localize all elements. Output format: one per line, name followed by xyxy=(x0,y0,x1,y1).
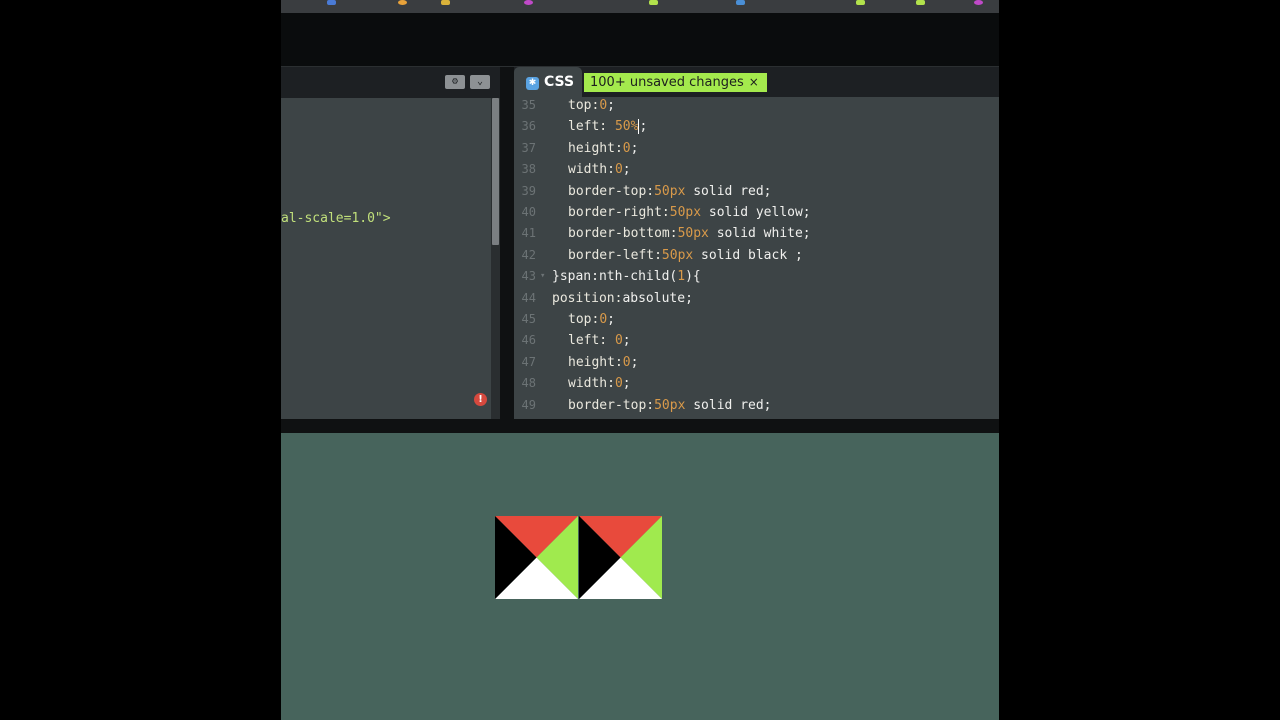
code-line[interactable]: 48 width:0; xyxy=(514,373,999,394)
line-number: 43 xyxy=(521,269,536,284)
code-line[interactable]: 40 border-right:50px solid yellow; xyxy=(514,202,999,223)
line-number: 47 xyxy=(521,354,536,369)
code-line[interactable]: 49 border-top:50px solid red; xyxy=(514,395,999,416)
code-text: }span:nth-child(1){ xyxy=(552,269,701,285)
html-code-line[interactable]: al-scale=1.0"> xyxy=(281,211,391,226)
bookmark-icon[interactable] xyxy=(736,0,745,5)
line-number: 36 xyxy=(521,119,536,134)
code-text: border-top:50px solid red; xyxy=(568,183,772,199)
triangle-shape xyxy=(495,516,578,599)
border-triangles-svg xyxy=(579,516,662,599)
chevron-down-icon[interactable]: ⌄ xyxy=(470,75,490,89)
bookmark-icon[interactable] xyxy=(856,0,865,5)
code-text: left: 50%; xyxy=(568,119,648,135)
css-tab-label: CSS xyxy=(544,74,575,90)
code-text: position:absolute; xyxy=(552,290,693,306)
bookmark-icon[interactable] xyxy=(327,0,336,5)
line-number: 35 xyxy=(521,98,536,112)
bookmark-icon[interactable] xyxy=(974,0,983,5)
code-line[interactable]: 42 border-left:50px solid black ; xyxy=(514,245,999,266)
fold-icon[interactable]: ▾ xyxy=(540,266,545,287)
browser-bookmark-bar xyxy=(281,0,999,13)
line-number: 45 xyxy=(521,312,536,326)
code-text: width:0; xyxy=(568,376,631,392)
line-number: 49 xyxy=(521,397,536,412)
code-line[interactable]: 43 ▾ }span:nth-child(1){ xyxy=(514,266,999,287)
code-text: left: 0; xyxy=(568,333,631,349)
line-number: 48 xyxy=(521,376,536,391)
triangle-shape xyxy=(579,516,662,599)
line-number: 46 xyxy=(521,333,536,348)
code-text: border-bottom:50px solid white; xyxy=(568,226,811,242)
line-number: 39 xyxy=(521,183,536,198)
code-line[interactable]: 41 border-bottom:50px solid white; xyxy=(514,223,999,244)
css-file-icon: ✱ xyxy=(526,77,539,90)
code-text: border-left:50px solid black ; xyxy=(568,247,803,263)
bookmark-icon[interactable] xyxy=(916,0,925,5)
code-line[interactable]: 39 border-top:50px solid red; xyxy=(514,181,999,202)
code-text: width:0; xyxy=(568,162,631,178)
code-text: top:0; xyxy=(568,312,615,327)
error-icon[interactable]: ! xyxy=(474,393,487,406)
code-line[interactable]: 37 height:0; xyxy=(514,138,999,159)
code-line[interactable]: 36 left: 50%; xyxy=(514,116,999,137)
code-text: border-right:50px solid yellow; xyxy=(568,205,811,220)
code-text: top:0; xyxy=(568,98,615,113)
code-line[interactable]: 35 top:0; xyxy=(514,95,999,116)
close-icon[interactable]: × xyxy=(749,75,759,89)
html-pane-header: ⚙ ⌄ xyxy=(281,67,500,98)
bookmark-icon[interactable] xyxy=(398,0,407,5)
pane-resize-handle[interactable] xyxy=(500,67,514,419)
line-number: 38 xyxy=(521,162,536,177)
bookmark-icon[interactable] xyxy=(524,0,533,5)
code-line[interactable]: 47 height:0; xyxy=(514,352,999,373)
code-text: height:0; xyxy=(568,354,639,370)
line-number: 37 xyxy=(521,140,536,155)
bookmark-icon[interactable] xyxy=(441,0,450,5)
preview-output xyxy=(281,433,999,720)
code-line[interactable]: 44 position:absolute; xyxy=(514,288,999,309)
html-editor-pane[interactable]: ⚙ ⌄ al-scale=1.0"> ! xyxy=(281,67,500,419)
unsaved-changes-badge: 100+ unsaved changes × xyxy=(584,73,767,92)
line-number: 41 xyxy=(521,226,536,241)
line-number: 42 xyxy=(521,247,536,262)
code-line[interactable]: 46 left: 0; xyxy=(514,330,999,351)
code-text: height:0; xyxy=(568,140,639,156)
line-number: 40 xyxy=(521,205,536,219)
tab-css[interactable]: ✱ CSS xyxy=(514,67,582,97)
css-editor-pane[interactable]: ✱ CSS 35 top:0; 36 left: 50%; 37 height:0; 38 w… xyxy=(514,67,999,419)
preview-resize-handle[interactable] xyxy=(281,419,999,433)
code-line[interactable]: 45 top:0; xyxy=(514,309,999,330)
scrollbar-thumb[interactable] xyxy=(492,98,499,245)
editor-toolbar xyxy=(281,13,999,66)
bookmark-icon[interactable] xyxy=(649,0,658,5)
gear-icon[interactable]: ⚙ xyxy=(445,75,465,89)
codepen-editor: ⚙ ⌄ al-scale=1.0"> ! ✱ CSS 35 top:0; 36 lef… xyxy=(281,0,999,720)
unsaved-changes-text: 100+ unsaved changes xyxy=(590,75,744,90)
line-number: 44 xyxy=(521,290,536,305)
code-text: border-top:50px solid red; xyxy=(568,397,772,413)
code-line[interactable]: 38 width:0; xyxy=(514,159,999,180)
border-triangles-svg xyxy=(495,516,578,599)
